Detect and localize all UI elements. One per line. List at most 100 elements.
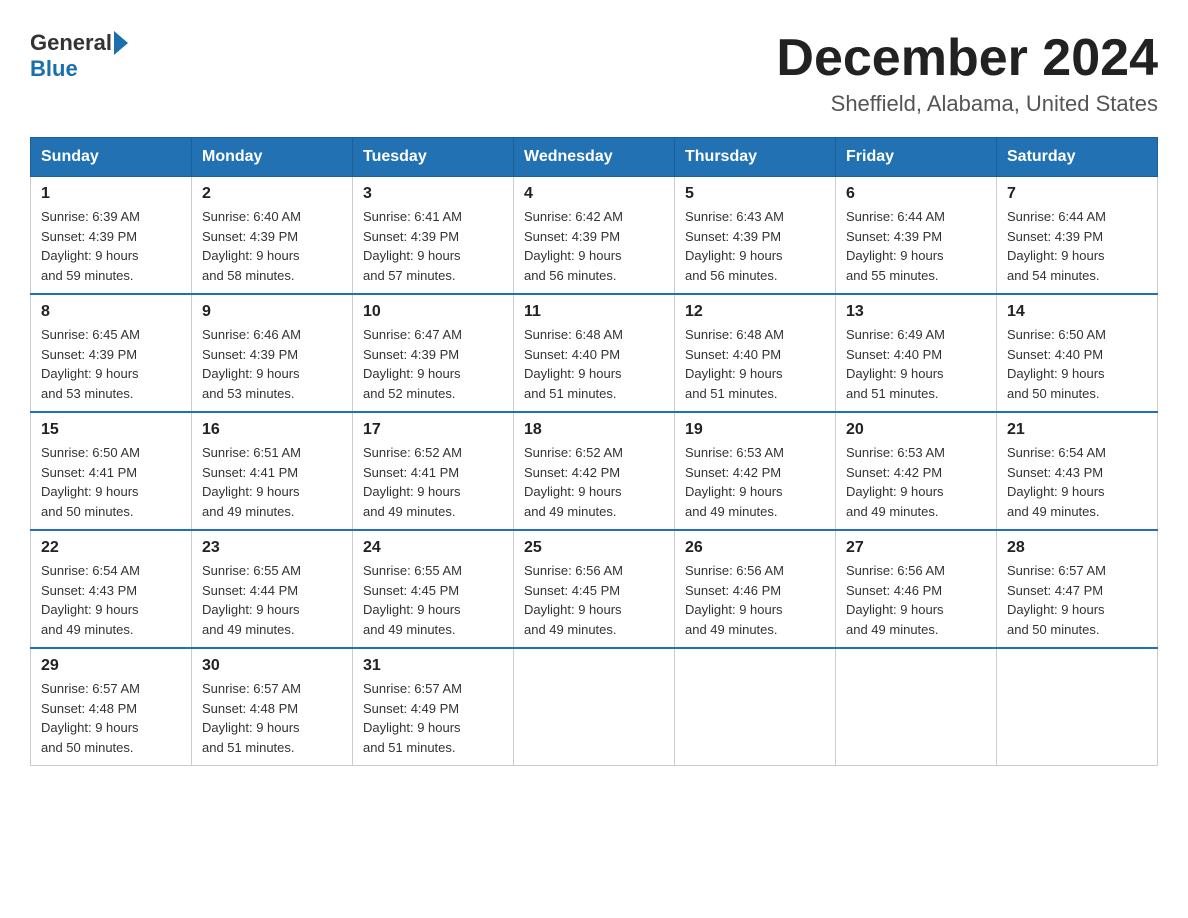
day-info: Sunrise: 6:53 AM Sunset: 4:42 PM Dayligh… xyxy=(846,445,945,519)
table-row: 27 Sunrise: 6:56 AM Sunset: 4:46 PM Dayl… xyxy=(836,530,997,648)
col-monday: Monday xyxy=(192,138,353,177)
table-row: 14 Sunrise: 6:50 AM Sunset: 4:40 PM Dayl… xyxy=(997,294,1158,412)
table-row: 23 Sunrise: 6:55 AM Sunset: 4:44 PM Dayl… xyxy=(192,530,353,648)
logo-arrow-icon xyxy=(114,31,128,55)
calendar-week-row: 8 Sunrise: 6:45 AM Sunset: 4:39 PM Dayli… xyxy=(31,294,1158,412)
day-info: Sunrise: 6:50 AM Sunset: 4:41 PM Dayligh… xyxy=(41,445,140,519)
day-number: 20 xyxy=(846,421,986,439)
table-row: 7 Sunrise: 6:44 AM Sunset: 4:39 PM Dayli… xyxy=(997,177,1158,295)
day-info: Sunrise: 6:51 AM Sunset: 4:41 PM Dayligh… xyxy=(202,445,301,519)
day-info: Sunrise: 6:57 AM Sunset: 4:47 PM Dayligh… xyxy=(1007,563,1106,637)
day-number: 22 xyxy=(41,539,181,557)
day-info: Sunrise: 6:54 AM Sunset: 4:43 PM Dayligh… xyxy=(1007,445,1106,519)
table-row: 21 Sunrise: 6:54 AM Sunset: 4:43 PM Dayl… xyxy=(997,412,1158,530)
day-info: Sunrise: 6:57 AM Sunset: 4:48 PM Dayligh… xyxy=(202,681,301,755)
day-number: 10 xyxy=(363,303,503,321)
day-number: 4 xyxy=(524,185,664,203)
day-info: Sunrise: 6:52 AM Sunset: 4:41 PM Dayligh… xyxy=(363,445,462,519)
day-number: 24 xyxy=(363,539,503,557)
day-number: 3 xyxy=(363,185,503,203)
table-row: 30 Sunrise: 6:57 AM Sunset: 4:48 PM Dayl… xyxy=(192,648,353,766)
table-row: 11 Sunrise: 6:48 AM Sunset: 4:40 PM Dayl… xyxy=(514,294,675,412)
day-info: Sunrise: 6:55 AM Sunset: 4:44 PM Dayligh… xyxy=(202,563,301,637)
table-row: 15 Sunrise: 6:50 AM Sunset: 4:41 PM Dayl… xyxy=(31,412,192,530)
day-number: 6 xyxy=(846,185,986,203)
logo-blue-text: Blue xyxy=(30,56,78,81)
day-number: 19 xyxy=(685,421,825,439)
day-info: Sunrise: 6:48 AM Sunset: 4:40 PM Dayligh… xyxy=(524,327,623,401)
day-number: 21 xyxy=(1007,421,1147,439)
day-number: 29 xyxy=(41,657,181,675)
title-block: December 2024 Sheffield, Alabama, United… xyxy=(776,30,1158,117)
table-row xyxy=(997,648,1158,766)
day-info: Sunrise: 6:46 AM Sunset: 4:39 PM Dayligh… xyxy=(202,327,301,401)
table-row: 5 Sunrise: 6:43 AM Sunset: 4:39 PM Dayli… xyxy=(675,177,836,295)
table-row xyxy=(675,648,836,766)
day-info: Sunrise: 6:41 AM Sunset: 4:39 PM Dayligh… xyxy=(363,209,462,283)
table-row: 24 Sunrise: 6:55 AM Sunset: 4:45 PM Dayl… xyxy=(353,530,514,648)
logo-general-text: General xyxy=(30,30,112,56)
table-row: 29 Sunrise: 6:57 AM Sunset: 4:48 PM Dayl… xyxy=(31,648,192,766)
col-sunday: Sunday xyxy=(31,138,192,177)
day-number: 7 xyxy=(1007,185,1147,203)
day-info: Sunrise: 6:52 AM Sunset: 4:42 PM Dayligh… xyxy=(524,445,623,519)
calendar-title: December 2024 xyxy=(776,30,1158,87)
day-info: Sunrise: 6:56 AM Sunset: 4:46 PM Dayligh… xyxy=(846,563,945,637)
day-number: 26 xyxy=(685,539,825,557)
calendar-week-row: 29 Sunrise: 6:57 AM Sunset: 4:48 PM Dayl… xyxy=(31,648,1158,766)
day-number: 30 xyxy=(202,657,342,675)
day-number: 8 xyxy=(41,303,181,321)
day-info: Sunrise: 6:57 AM Sunset: 4:48 PM Dayligh… xyxy=(41,681,140,755)
day-info: Sunrise: 6:56 AM Sunset: 4:46 PM Dayligh… xyxy=(685,563,784,637)
table-row: 31 Sunrise: 6:57 AM Sunset: 4:49 PM Dayl… xyxy=(353,648,514,766)
table-row: 20 Sunrise: 6:53 AM Sunset: 4:42 PM Dayl… xyxy=(836,412,997,530)
day-number: 28 xyxy=(1007,539,1147,557)
calendar-week-row: 15 Sunrise: 6:50 AM Sunset: 4:41 PM Dayl… xyxy=(31,412,1158,530)
day-info: Sunrise: 6:42 AM Sunset: 4:39 PM Dayligh… xyxy=(524,209,623,283)
table-row: 8 Sunrise: 6:45 AM Sunset: 4:39 PM Dayli… xyxy=(31,294,192,412)
col-tuesday: Tuesday xyxy=(353,138,514,177)
day-number: 11 xyxy=(524,303,664,321)
table-row: 22 Sunrise: 6:54 AM Sunset: 4:43 PM Dayl… xyxy=(31,530,192,648)
day-number: 16 xyxy=(202,421,342,439)
calendar-header-row: Sunday Monday Tuesday Wednesday Thursday… xyxy=(31,138,1158,177)
day-info: Sunrise: 6:47 AM Sunset: 4:39 PM Dayligh… xyxy=(363,327,462,401)
day-info: Sunrise: 6:57 AM Sunset: 4:49 PM Dayligh… xyxy=(363,681,462,755)
col-wednesday: Wednesday xyxy=(514,138,675,177)
table-row: 12 Sunrise: 6:48 AM Sunset: 4:40 PM Dayl… xyxy=(675,294,836,412)
logo: General Blue xyxy=(30,30,130,82)
page-header: General Blue December 2024 Sheffield, Al… xyxy=(30,30,1158,117)
day-info: Sunrise: 6:39 AM Sunset: 4:39 PM Dayligh… xyxy=(41,209,140,283)
day-info: Sunrise: 6:40 AM Sunset: 4:39 PM Dayligh… xyxy=(202,209,301,283)
table-row: 26 Sunrise: 6:56 AM Sunset: 4:46 PM Dayl… xyxy=(675,530,836,648)
table-row: 1 Sunrise: 6:39 AM Sunset: 4:39 PM Dayli… xyxy=(31,177,192,295)
day-info: Sunrise: 6:50 AM Sunset: 4:40 PM Dayligh… xyxy=(1007,327,1106,401)
table-row: 16 Sunrise: 6:51 AM Sunset: 4:41 PM Dayl… xyxy=(192,412,353,530)
day-number: 18 xyxy=(524,421,664,439)
table-row xyxy=(836,648,997,766)
day-number: 27 xyxy=(846,539,986,557)
calendar-week-row: 1 Sunrise: 6:39 AM Sunset: 4:39 PM Dayli… xyxy=(31,177,1158,295)
day-number: 5 xyxy=(685,185,825,203)
table-row: 28 Sunrise: 6:57 AM Sunset: 4:47 PM Dayl… xyxy=(997,530,1158,648)
col-saturday: Saturday xyxy=(997,138,1158,177)
day-info: Sunrise: 6:43 AM Sunset: 4:39 PM Dayligh… xyxy=(685,209,784,283)
calendar-subtitle: Sheffield, Alabama, United States xyxy=(776,91,1158,117)
table-row: 13 Sunrise: 6:49 AM Sunset: 4:40 PM Dayl… xyxy=(836,294,997,412)
table-row: 6 Sunrise: 6:44 AM Sunset: 4:39 PM Dayli… xyxy=(836,177,997,295)
day-number: 14 xyxy=(1007,303,1147,321)
day-info: Sunrise: 6:53 AM Sunset: 4:42 PM Dayligh… xyxy=(685,445,784,519)
day-number: 17 xyxy=(363,421,503,439)
day-number: 31 xyxy=(363,657,503,675)
day-info: Sunrise: 6:45 AM Sunset: 4:39 PM Dayligh… xyxy=(41,327,140,401)
day-info: Sunrise: 6:44 AM Sunset: 4:39 PM Dayligh… xyxy=(1007,209,1106,283)
day-number: 13 xyxy=(846,303,986,321)
col-thursday: Thursday xyxy=(675,138,836,177)
table-row: 25 Sunrise: 6:56 AM Sunset: 4:45 PM Dayl… xyxy=(514,530,675,648)
day-info: Sunrise: 6:49 AM Sunset: 4:40 PM Dayligh… xyxy=(846,327,945,401)
table-row: 19 Sunrise: 6:53 AM Sunset: 4:42 PM Dayl… xyxy=(675,412,836,530)
day-number: 12 xyxy=(685,303,825,321)
table-row xyxy=(514,648,675,766)
day-number: 15 xyxy=(41,421,181,439)
table-row: 10 Sunrise: 6:47 AM Sunset: 4:39 PM Dayl… xyxy=(353,294,514,412)
